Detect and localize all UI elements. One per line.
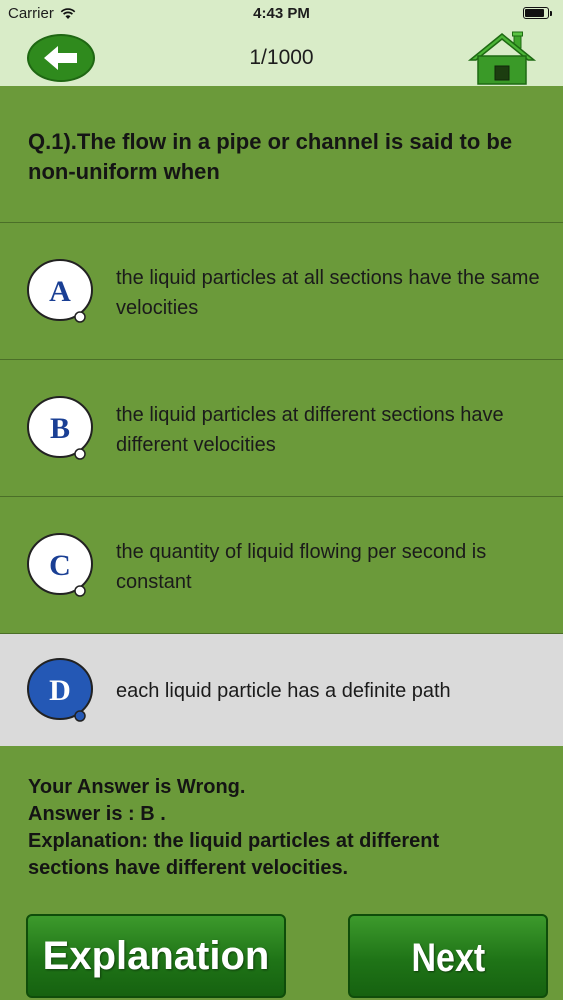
- battery-level: [525, 9, 544, 17]
- option-b[interactable]: B the liquid particles at different sect…: [0, 360, 563, 497]
- option-c[interactable]: C the quantity of liquid flowing per sec…: [0, 497, 563, 634]
- option-c-letter: C: [49, 549, 71, 582]
- option-b-letter-bubble-icon: B: [27, 396, 93, 460]
- option-a-letter: A: [49, 275, 71, 308]
- explanation-button[interactable]: Explanation: [26, 914, 286, 998]
- battery-icon: [523, 7, 552, 19]
- option-d-letter: D: [49, 674, 71, 707]
- option-c-text: the quantity of liquid flowing per secon…: [116, 541, 487, 593]
- explanation-line-2: sections have different velocities.: [28, 857, 349, 879]
- home-icon: [467, 31, 537, 85]
- option-b-text: the liquid particles at different sectio…: [116, 404, 504, 456]
- option-b-letter: B: [50, 412, 70, 445]
- result-panel: Your Answer is Wrong. Answer is : B . Ex…: [0, 746, 563, 896]
- status-bar: Carrier 4:43 PM: [0, 0, 563, 28]
- option-d-selected[interactable]: D each liquid particle has a definite pa…: [0, 634, 563, 746]
- next-button[interactable]: Next: [348, 914, 548, 998]
- next-button-label: Next: [411, 936, 485, 980]
- home-button[interactable]: [466, 30, 538, 86]
- option-a[interactable]: A the liquid particles at all sections h…: [0, 223, 563, 360]
- question-text: Q.1).The flow in a pipe or channel is sa…: [28, 129, 513, 184]
- option-a-text: the liquid particles at all sections hav…: [116, 267, 540, 319]
- option-d-letter-bubble-icon: D: [27, 658, 93, 722]
- explanation-line-1: Explanation: the liquid particles at dif…: [28, 830, 440, 852]
- option-d-text: each liquid particle has a definite path: [116, 680, 451, 702]
- status-time: 4:43 PM: [253, 5, 310, 22]
- correct-answer: Answer is : B .: [28, 803, 166, 825]
- question-panel: Q.1).The flow in a pipe or channel is sa…: [0, 86, 563, 223]
- nav-bar: 1/1000: [0, 28, 563, 86]
- result-verdict: Your Answer is Wrong.: [28, 776, 246, 798]
- explanation-button-label: Explanation: [42, 934, 270, 978]
- option-a-letter-bubble-icon: A: [27, 259, 93, 323]
- option-c-letter-bubble-icon: C: [27, 533, 93, 597]
